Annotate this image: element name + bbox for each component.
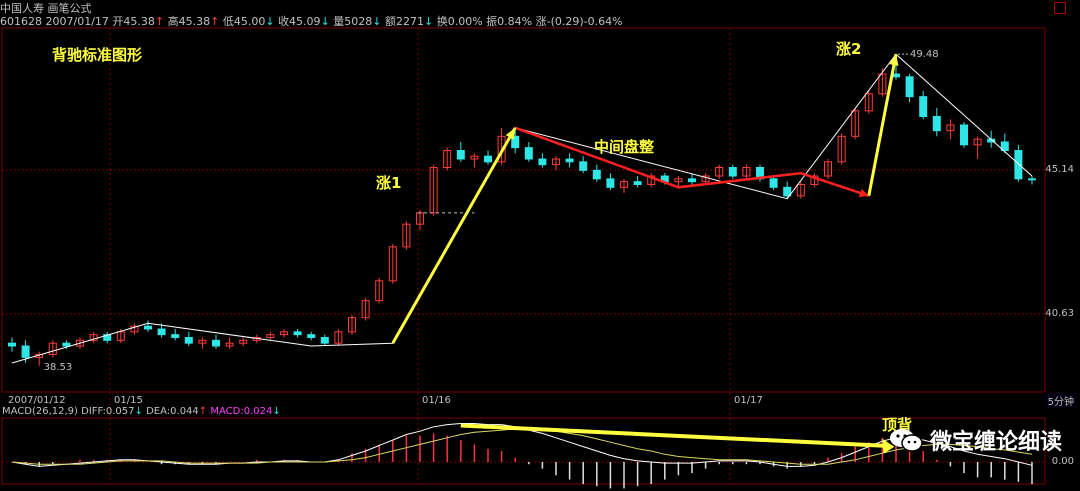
- candle-body: [524, 147, 533, 160]
- price-label-45: 45.14: [1045, 164, 1074, 175]
- candle-body: [456, 150, 465, 160]
- price-panel-frame: [1, 27, 1046, 393]
- candle-body: [606, 178, 615, 188]
- high-point-label: 49.48: [910, 49, 939, 60]
- macd-legend: MACD(26,12,9) DIFF:0.057↓ DEA:0.044↑ MAC…: [2, 406, 281, 417]
- divergence-arrow-shaft: [460, 423, 885, 448]
- macd-diff: DIFF:0.057: [81, 406, 135, 417]
- candle-body: [688, 178, 696, 183]
- candle-body: [905, 76, 914, 98]
- consolidation-arrow-head: [858, 188, 869, 198]
- macd-dea: DEA:0.044: [146, 406, 199, 417]
- amplitude-value: 振0.84%: [486, 15, 533, 28]
- candle-body: [62, 342, 71, 347]
- watermark-text: 微宝缠论细读: [929, 430, 1062, 455]
- candle-body: [1014, 150, 1023, 180]
- candle-body: [769, 178, 778, 188]
- change-value: 涨-(0.29)-0.64%: [535, 15, 623, 28]
- candle-body: [592, 169, 601, 180]
- timeframe-label[interactable]: 5分钟: [1045, 393, 1076, 408]
- maximize-icon[interactable]: [1054, 2, 1066, 14]
- macd-value: MACD:0.024: [210, 406, 273, 417]
- x-axis-label: 2007/01/12: [8, 395, 66, 406]
- open-value: 开45.38: [112, 15, 155, 28]
- candle-body: [212, 339, 220, 347]
- candle-body: [783, 186, 792, 197]
- macd-name: MACD(26,12,9): [2, 406, 78, 417]
- stock-code: 601628: [0, 15, 42, 28]
- chart-title: 背驰标准图形: [52, 46, 143, 64]
- rise2-label: 涨2: [836, 40, 862, 58]
- candle-body: [728, 167, 737, 177]
- candle-body: [919, 96, 928, 117]
- volume-value: 量5028: [333, 15, 373, 28]
- high-value: 高45.38: [167, 15, 211, 28]
- amount-value: 额2271: [385, 15, 424, 28]
- candle-body: [144, 325, 152, 330]
- turnover-value: 换0.00%: [436, 15, 483, 28]
- candle-body: [320, 337, 329, 344]
- candle-body: [633, 181, 642, 186]
- chart-canvas: 49.48 38.53 2007/01/12 01/15 01/16 01/17: [1, 27, 1046, 489]
- candle-body: [307, 334, 316, 338]
- candle-body: [932, 116, 941, 132]
- candle-body: [579, 161, 588, 171]
- header-line-2: 601628 2007/01/17 开45.38↑ 高45.38↑ 低45.00…: [0, 15, 623, 28]
- low-value: 低45.00: [222, 15, 266, 28]
- candle-body: [1028, 178, 1036, 181]
- close-value: 收45.09: [278, 15, 321, 28]
- low-point-label: 38.53: [44, 362, 73, 373]
- rise1-label: 涨1: [376, 174, 402, 192]
- price-label-40: 40.63: [1045, 308, 1074, 319]
- candle-body: [484, 155, 492, 163]
- quote-date: 2007/01/17: [45, 15, 109, 28]
- candle-body: [157, 328, 166, 336]
- candle-body: [565, 158, 574, 163]
- candle-body: [184, 337, 193, 344]
- candle-body: [21, 345, 30, 358]
- consolidation-label: 中间盘整: [594, 138, 655, 156]
- x-axis-label: 01/15: [114, 395, 143, 406]
- candle-body: [538, 158, 547, 166]
- x-axis-label: 01/16: [422, 395, 451, 406]
- watermark: 微宝缠论细读: [888, 424, 1062, 456]
- wechat-icon: [889, 429, 923, 452]
- macd-zero-label: 0.00: [1051, 456, 1074, 467]
- candle-body: [960, 124, 968, 146]
- rise1-arrow-shaft: [391, 127, 517, 344]
- pen-stroke-white: [11, 53, 1033, 364]
- x-axis-label: 01/17: [734, 395, 763, 406]
- candle-body: [8, 342, 16, 347]
- candle-body: [293, 331, 302, 336]
- candle-body: [171, 334, 180, 338]
